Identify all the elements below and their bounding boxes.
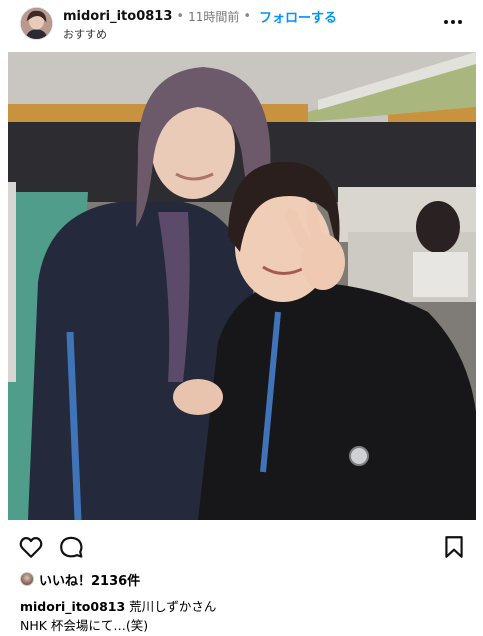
post-time[interactable]: 11時間前 — [188, 8, 239, 25]
bookmark-icon[interactable] — [441, 534, 467, 560]
more-horizontal-icon[interactable] — [443, 12, 463, 32]
comment-icon[interactable] — [58, 534, 84, 560]
post-photo[interactable] — [8, 52, 476, 520]
separator-dot-2: • — [243, 8, 252, 24]
likes-row[interactable]: いいね！2136件 — [20, 570, 141, 589]
likes-count: いいね！2136件 — [39, 573, 141, 589]
heart-icon[interactable] — [18, 534, 44, 560]
profile-avatar[interactable] — [20, 7, 53, 40]
post-header: midori_ito0813 • 11時間前 • フォローする おすすめ — [0, 0, 483, 50]
action-bar — [0, 528, 483, 564]
caption-username[interactable]: midori_ito0813 — [20, 599, 125, 614]
avatar-image — [21, 8, 52, 39]
post-caption: midori_ito0813 荒川しずかさん NHK 杯会場にて…(笑) — [20, 597, 216, 635]
photo-scene — [8, 52, 476, 520]
post-username[interactable]: midori_ito0813 — [63, 9, 172, 24]
follow-button[interactable]: フォローする — [259, 7, 337, 26]
separator-dot: • — [176, 8, 185, 24]
liker-avatar — [20, 572, 34, 586]
recommended-label: おすすめ — [63, 28, 107, 41]
caption-line2: NHK 杯会場にて…(笑) — [20, 618, 149, 633]
caption-line1: 荒川しずかさん — [125, 599, 217, 614]
